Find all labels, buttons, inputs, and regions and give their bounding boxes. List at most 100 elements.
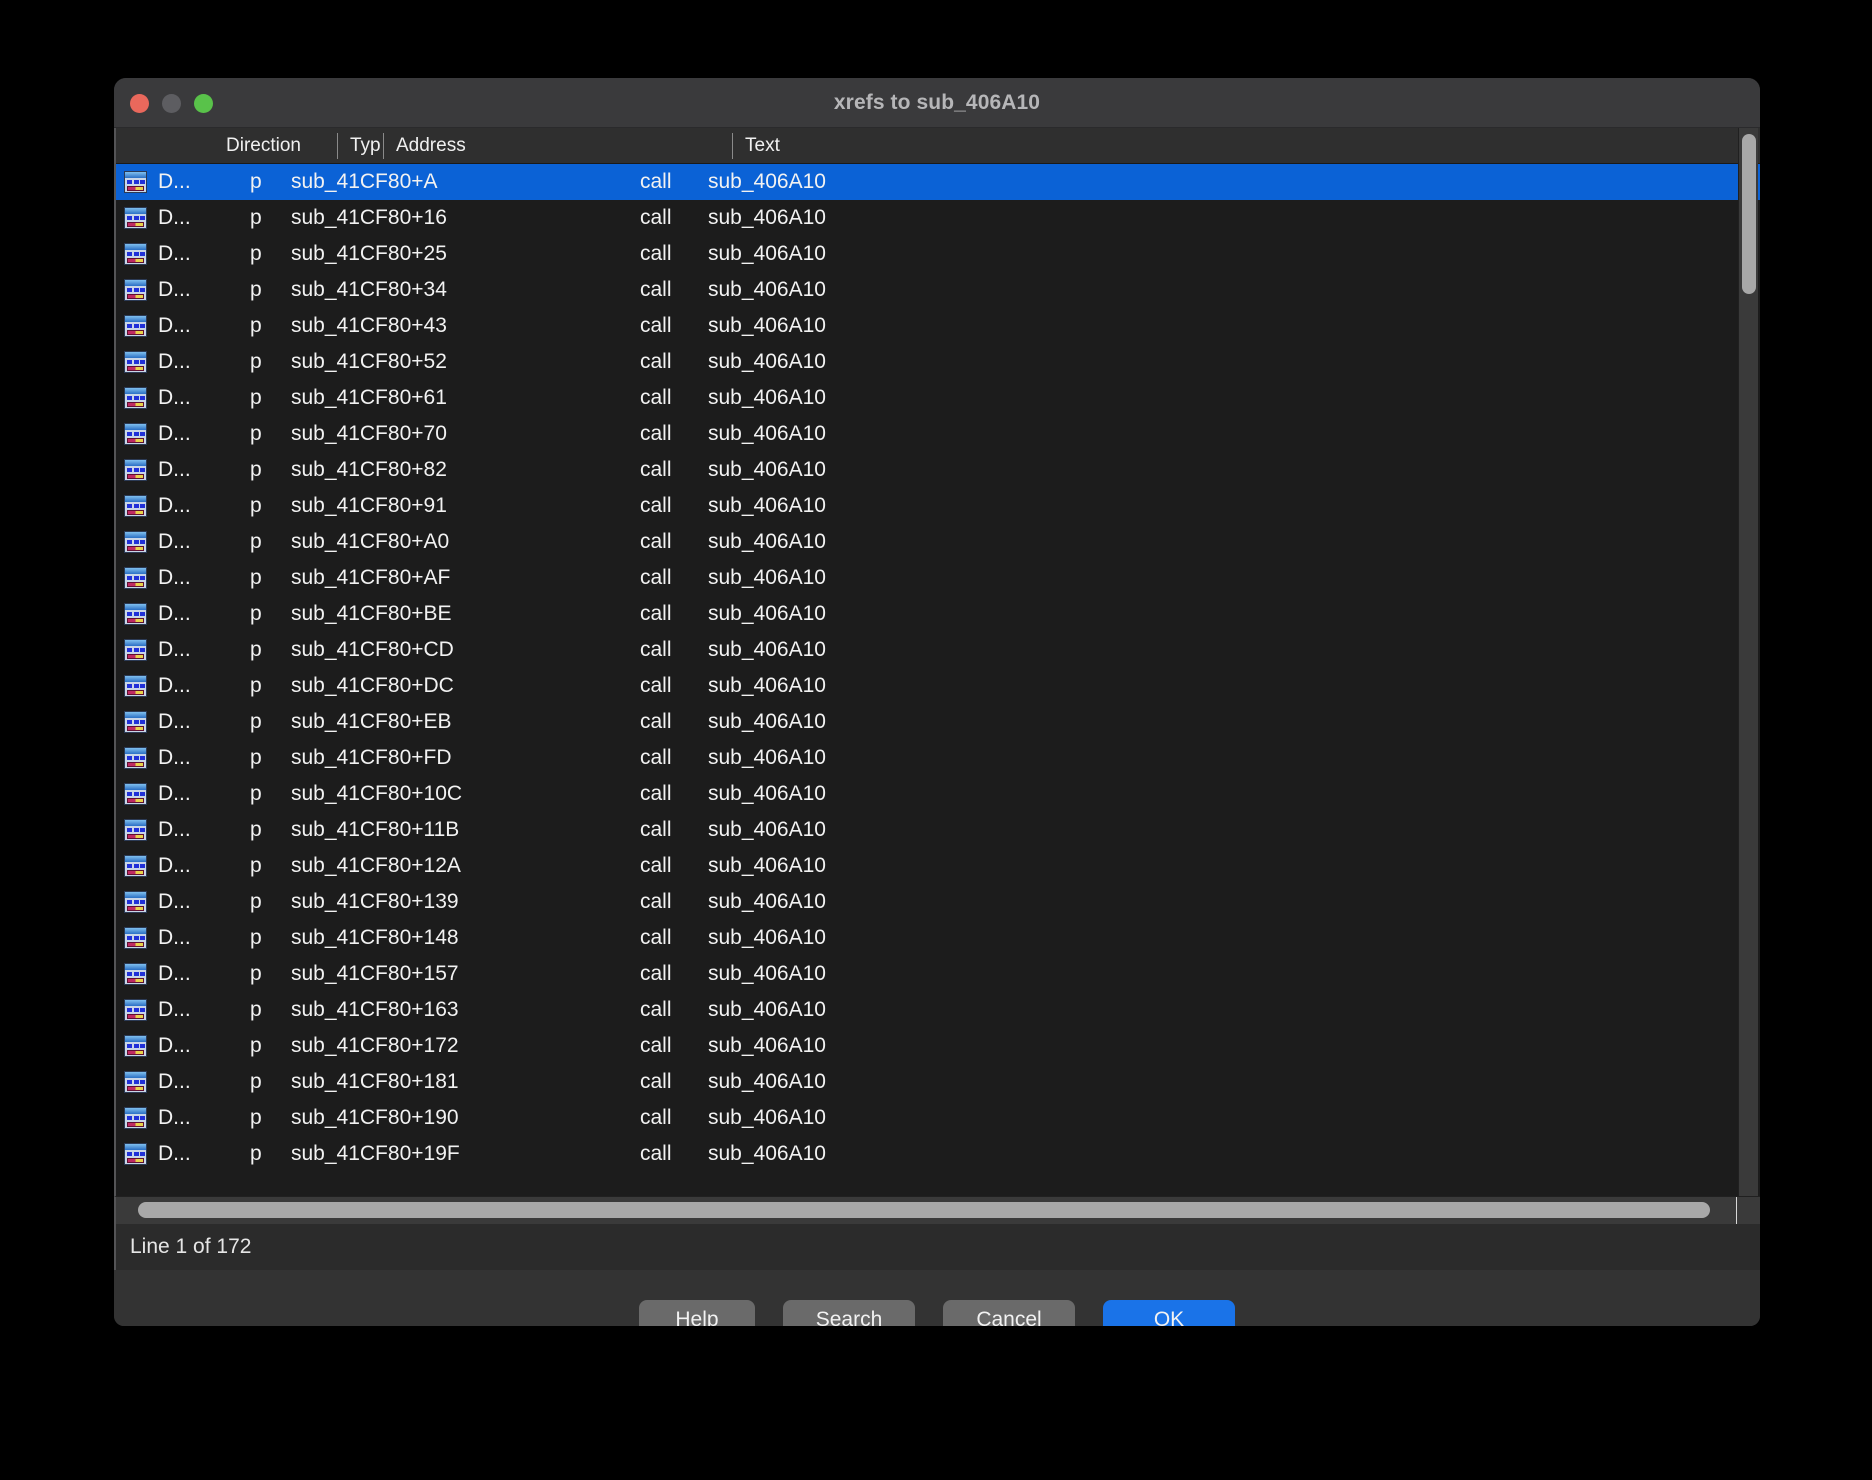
cell-text-target: sub_406A10: [708, 350, 826, 373]
cell-text-op: call: [640, 926, 672, 949]
table-row[interactable]: D... p sub_41CF80+A0 call sub_406A10: [116, 524, 1760, 560]
xrefs-row-list[interactable]: D... p sub_41CF80+A call sub_406A10 D... p sub_…: [116, 164, 1760, 1196]
cell-text-target: sub_406A10: [708, 710, 826, 733]
cell-type: p: [250, 278, 262, 301]
column-divider-2[interactable]: [383, 133, 384, 159]
xref-icon: [124, 1143, 147, 1165]
table-row[interactable]: D... p sub_41CF80+61 call sub_406A10: [116, 380, 1760, 416]
cell-type: p: [250, 206, 262, 229]
cell-text-target: sub_406A10: [708, 674, 826, 697]
cell-direction: D...: [158, 530, 191, 553]
xref-icon: [124, 387, 147, 409]
column-header-address[interactable]: Address: [390, 128, 730, 164]
cell-address: sub_41CF80+12A: [291, 854, 461, 877]
xref-icon: [124, 243, 147, 265]
cell-text-target: sub_406A10: [708, 602, 826, 625]
horizontal-scrollbar[interactable]: [114, 1196, 1760, 1225]
table-row[interactable]: D... p sub_41CF80+139 call sub_406A10: [116, 884, 1760, 920]
cell-text-target: sub_406A10: [708, 1142, 826, 1165]
table-row[interactable]: D... p sub_41CF80+172 call sub_406A10: [116, 1028, 1760, 1064]
window-titlebar: xrefs to sub_406A10: [114, 78, 1760, 128]
xref-icon: [124, 1107, 147, 1129]
cell-address: sub_41CF80+148: [291, 926, 459, 949]
xref-icon: [124, 711, 147, 733]
table-row[interactable]: D... p sub_41CF80+163 call sub_406A10: [116, 992, 1760, 1028]
xref-icon: [124, 279, 147, 301]
xref-icon: [124, 423, 147, 445]
table-row[interactable]: D... p sub_41CF80+EB call sub_406A10: [116, 704, 1760, 740]
cell-type: p: [250, 170, 262, 193]
cell-direction: D...: [158, 1142, 191, 1165]
table-row[interactable]: D... p sub_41CF80+157 call sub_406A10: [116, 956, 1760, 992]
table-row[interactable]: D... p sub_41CF80+CD call sub_406A10: [116, 632, 1760, 668]
cell-type: p: [250, 962, 262, 985]
cell-direction: D...: [158, 206, 191, 229]
cell-text-target: sub_406A10: [708, 638, 826, 661]
cell-type: p: [250, 998, 262, 1021]
table-row[interactable]: D... p sub_41CF80+43 call sub_406A10: [116, 308, 1760, 344]
cell-text-target: sub_406A10: [708, 314, 826, 337]
table-row[interactable]: D... p sub_41CF80+19F call sub_406A10: [116, 1136, 1760, 1172]
cell-type: p: [250, 674, 262, 697]
search-button[interactable]: Search: [783, 1300, 915, 1326]
column-divider-3[interactable]: [732, 133, 733, 159]
cell-direction: D...: [158, 566, 191, 589]
status-bar: Line 1 of 172: [114, 1224, 1760, 1270]
cell-text-target: sub_406A10: [708, 206, 826, 229]
table-row[interactable]: D... p sub_41CF80+82 call sub_406A10: [116, 452, 1760, 488]
table-row[interactable]: D... p sub_41CF80+52 call sub_406A10: [116, 344, 1760, 380]
column-header-direction[interactable]: Direction: [220, 128, 337, 164]
cell-direction: D...: [158, 1034, 191, 1057]
cell-direction: D...: [158, 458, 191, 481]
table-row[interactable]: D... p sub_41CF80+181 call sub_406A10: [116, 1064, 1760, 1100]
cell-text-target: sub_406A10: [708, 926, 826, 949]
cancel-button[interactable]: Cancel: [943, 1300, 1075, 1326]
table-row[interactable]: D... p sub_41CF80+190 call sub_406A10: [116, 1100, 1760, 1136]
column-divider-1[interactable]: [337, 133, 338, 159]
cell-type: p: [250, 458, 262, 481]
cell-direction: D...: [158, 926, 191, 949]
table-row[interactable]: D... p sub_41CF80+BE call sub_406A10: [116, 596, 1760, 632]
table-row[interactable]: D... p sub_41CF80+34 call sub_406A10: [116, 272, 1760, 308]
table-row[interactable]: D... p sub_41CF80+AF call sub_406A10: [116, 560, 1760, 596]
column-header-type[interactable]: Typ: [344, 128, 382, 164]
cell-text-target: sub_406A10: [708, 890, 826, 913]
table-row[interactable]: D... p sub_41CF80+16 call sub_406A10: [116, 200, 1760, 236]
table-row[interactable]: D... p sub_41CF80+10C call sub_406A10: [116, 776, 1760, 812]
cell-direction: D...: [158, 278, 191, 301]
vertical-scrollbar[interactable]: [1738, 128, 1758, 1196]
cell-direction: D...: [158, 710, 191, 733]
ok-button[interactable]: OK: [1103, 1300, 1235, 1326]
cell-text-target: sub_406A10: [708, 962, 826, 985]
cell-direction: D...: [158, 314, 191, 337]
table-row[interactable]: D... p sub_41CF80+A call sub_406A10: [116, 164, 1760, 200]
cell-type: p: [250, 1070, 262, 1093]
table-row[interactable]: D... p sub_41CF80+25 call sub_406A10: [116, 236, 1760, 272]
cell-address: sub_41CF80+157: [291, 962, 459, 985]
help-button[interactable]: Help: [639, 1300, 755, 1326]
cell-direction: D...: [158, 494, 191, 517]
table-row[interactable]: D... p sub_41CF80+70 call sub_406A10: [116, 416, 1760, 452]
cell-text-target: sub_406A10: [708, 1106, 826, 1129]
xref-icon: [124, 495, 147, 517]
cell-text-op: call: [640, 638, 672, 661]
column-header-text[interactable]: Text: [739, 128, 1719, 164]
cell-direction: D...: [158, 242, 191, 265]
cell-direction: D...: [158, 1070, 191, 1093]
table-row[interactable]: D... p sub_41CF80+11B call sub_406A10: [116, 812, 1760, 848]
horizontal-scrollbar-thumb[interactable]: [138, 1202, 1710, 1218]
table-row[interactable]: D... p sub_41CF80+DC call sub_406A10: [116, 668, 1760, 704]
table-row[interactable]: D... p sub_41CF80+148 call sub_406A10: [116, 920, 1760, 956]
table-row[interactable]: D... p sub_41CF80+91 call sub_406A10: [116, 488, 1760, 524]
xref-icon: [124, 1071, 147, 1093]
cell-text-op: call: [640, 998, 672, 1021]
cell-text-op: call: [640, 566, 672, 589]
table-row[interactable]: D... p sub_41CF80+12A call sub_406A10: [116, 848, 1760, 884]
xref-icon: [124, 891, 147, 913]
vertical-scrollbar-thumb[interactable]: [1742, 134, 1756, 294]
cell-text-op: call: [640, 1034, 672, 1057]
window-title: xrefs to sub_406A10: [833, 91, 1041, 114]
xref-icon: [124, 207, 147, 229]
table-row[interactable]: D... p sub_41CF80+FD call sub_406A10: [116, 740, 1760, 776]
cell-text-op: call: [640, 458, 672, 481]
